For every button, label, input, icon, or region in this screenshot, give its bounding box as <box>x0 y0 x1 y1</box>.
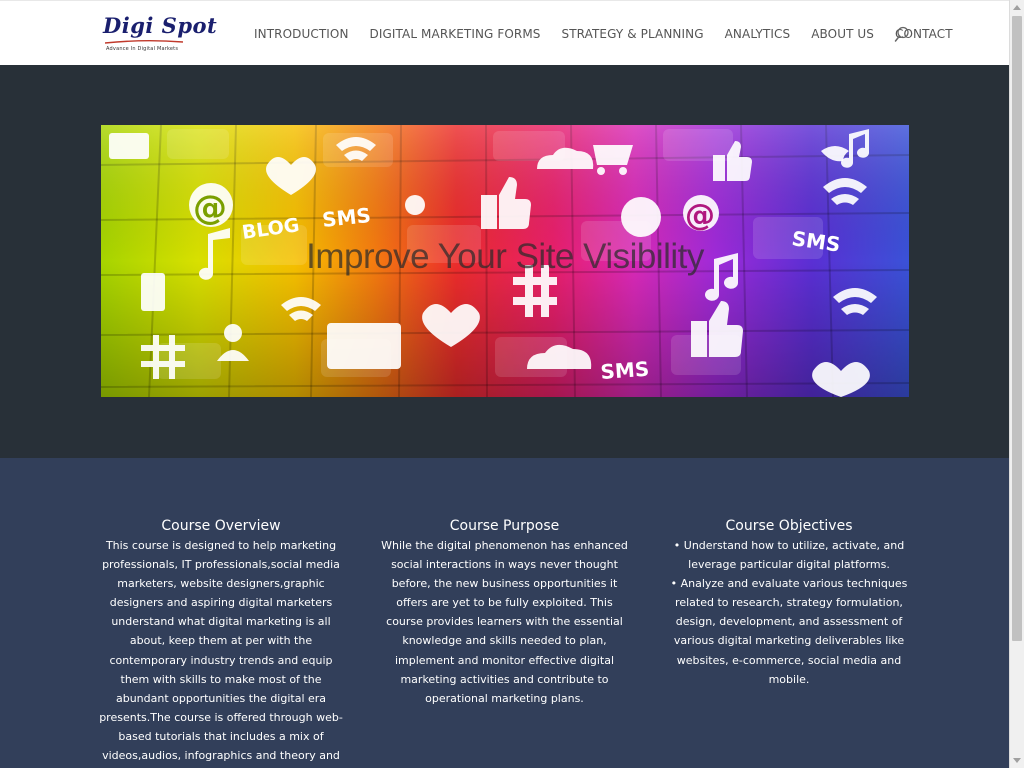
courses-section: Course Overview This course is designed … <box>0 458 1009 768</box>
course-objectives-column: Course Objectives • Understand how to ut… <box>664 516 914 689</box>
hero-title: Improve Your Site Visibility <box>306 237 704 276</box>
hero-banner-image: BLOG SMS SMS SMS @ @ # # Improve Your Si… <box>101 125 909 397</box>
banner-label-sms-1: SMS <box>321 203 372 232</box>
scroll-up-arrow-icon[interactable] <box>1013 5 1021 10</box>
banner-label-hash-1: # <box>145 372 152 381</box>
course-overview-text: This course is designed to help marketin… <box>99 539 343 763</box>
scroll-down-arrow-icon[interactable] <box>1013 758 1021 763</box>
logo-tagline: Advance In Digital Markets <box>106 46 179 52</box>
course-purpose-text: While the digital phenomenon has enhance… <box>381 539 628 705</box>
site-logo[interactable]: Digi Spot Advance In Digital Markets <box>103 13 217 57</box>
nav-item-introduction[interactable]: INTRODUCTION <box>254 27 349 41</box>
nav-item-analytics[interactable]: ANALYTICS <box>725 27 791 41</box>
course-overview-column: Course Overview This course is designed … <box>96 516 346 765</box>
course-objectives-heading: Course Objectives <box>725 518 853 534</box>
search-icon[interactable] <box>894 26 910 43</box>
course-purpose-column: Course Purpose While the digital phenome… <box>379 516 630 708</box>
page-scrollbar[interactable] <box>1009 0 1024 768</box>
course-purpose-heading: Course Purpose <box>449 518 560 534</box>
banner-label-at-2: @ <box>685 198 715 233</box>
banner-label-at-1: @ <box>193 188 227 228</box>
site-header: Digi Spot Advance In Digital Markets INT… <box>0 0 1009 65</box>
main-nav: INTRODUCTION DIGITAL MARKETING FORMS STR… <box>254 27 974 41</box>
course-objectives-text: • Understand how to utilize, activate, a… <box>670 539 908 686</box>
logo-swoosh-icon <box>105 40 183 44</box>
banner-label-sms-3: SMS <box>600 357 650 384</box>
scrollbar-thumb[interactable] <box>1012 16 1022 641</box>
course-overview-heading: Course Overview <box>161 518 281 534</box>
hero-section: BLOG SMS SMS SMS @ @ # # Improve Your Si… <box>0 65 1009 458</box>
nav-item-strategy-planning[interactable]: STRATEGY & PLANNING <box>562 27 704 41</box>
nav-item-digital-marketing-forms[interactable]: DIGITAL MARKETING FORMS <box>370 27 541 41</box>
banner-label-hash-2: # <box>517 312 524 321</box>
nav-item-about-us[interactable]: ABOUT US <box>811 27 874 41</box>
logo-wordmark: Digi Spot <box>103 13 218 38</box>
